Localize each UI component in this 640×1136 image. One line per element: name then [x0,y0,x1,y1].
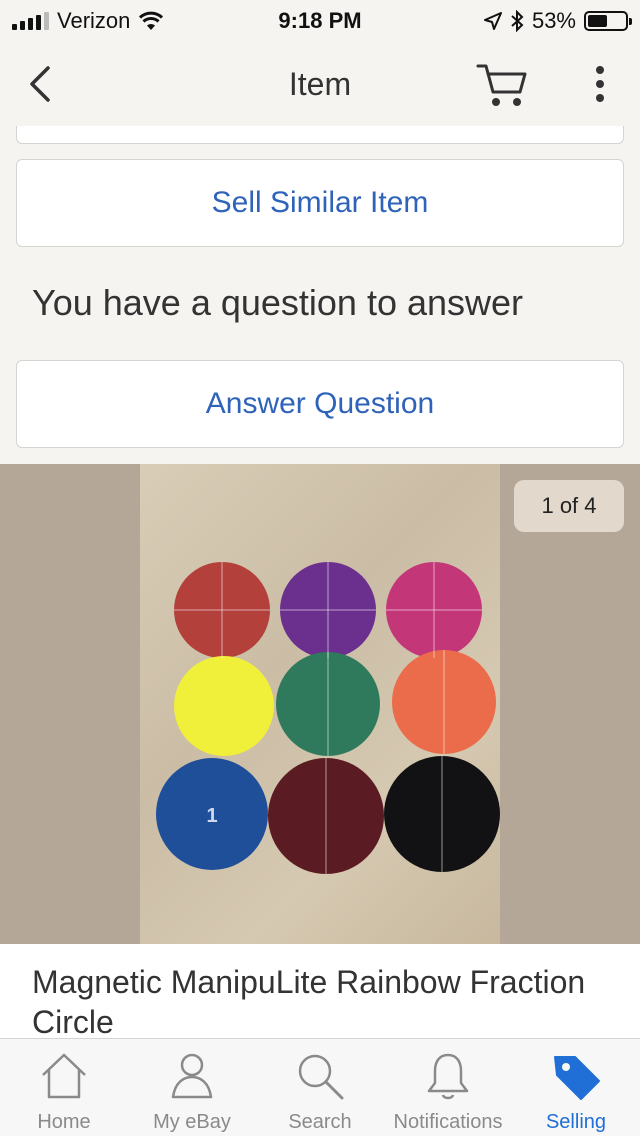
nav-bar: Item [0,40,640,128]
image-gallery[interactable]: 1 1 of 4 [0,464,640,944]
image-counter: 1 of 4 [514,480,624,532]
svg-text:1: 1 [206,805,217,827]
more-options-icon[interactable] [586,62,614,106]
search-icon [298,1054,344,1100]
tab-search[interactable]: Search [256,1039,384,1136]
status-bar: Verizon 9:18 PM 53% [0,0,640,40]
tab-selling[interactable]: Selling [512,1039,640,1136]
tab-my-ebay[interactable]: My eBay [128,1039,256,1136]
tab-bar: Home My eBay Search Notifications Sellin… [0,1038,640,1136]
battery-icon [584,11,632,31]
tab-home-label: Home [37,1111,91,1133]
tab-notifications[interactable]: Notifications [384,1039,512,1136]
cart-icon[interactable] [474,60,530,110]
tab-home[interactable]: Home [0,1039,128,1136]
bluetooth-icon [511,10,524,32]
fraction-circles-image: 1 [156,562,500,874]
answer-question-button[interactable]: Answer Question [16,360,624,448]
status-right: 53% [483,8,632,34]
question-prompt: You have a question to answer [32,282,524,323]
battery-percent: 53% [531,8,576,33]
tab-search-label: Search [288,1111,352,1133]
person-icon [171,1053,213,1099]
home-icon [42,1053,86,1099]
location-icon [483,12,502,30]
battery-fill [588,15,608,27]
tab-notifications-label: Notifications [393,1111,503,1133]
sell-similar-button[interactable]: Sell Similar Item [16,159,624,247]
listing-photo[interactable]: 1 [140,464,500,944]
listing-title: Magnetic ManipuLite Rainbow Fraction Cir… [0,944,640,1038]
bell-icon [427,1053,469,1100]
tab-selling-label: Selling [545,1111,607,1133]
tag-icon [554,1056,600,1100]
tab-my-ebay-label: My eBay [153,1111,231,1133]
previous-card [16,126,624,144]
page-title: Item [288,66,352,102]
